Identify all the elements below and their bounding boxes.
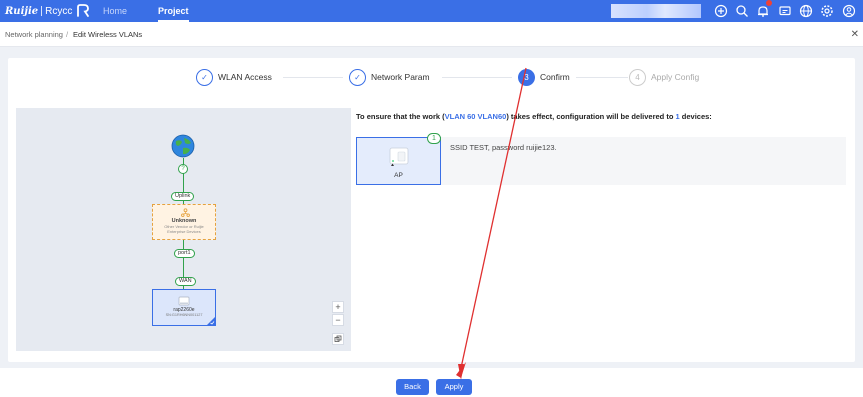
breadcrumb: Network planning / Edit Wireless VLANs ✕: [0, 22, 863, 47]
footer-bar: Back Apply: [0, 368, 863, 397]
nav-home[interactable]: Home: [103, 0, 127, 22]
description-prefix: To ensure that the work (: [356, 112, 445, 121]
step-confirm: 3 Confirm: [518, 68, 570, 86]
step-apply-config: 4 Apply Config: [629, 68, 699, 86]
port-label: port1: [174, 249, 195, 258]
add-circle-icon[interactable]: [714, 4, 728, 18]
logo-mark-icon: [77, 4, 90, 17]
unknown-subtitle-2: Enterprise Devices: [167, 229, 201, 234]
device-config-row: 1 AP SSID TEST, password ruijie123.: [356, 133, 846, 185]
settings-icon[interactable]: [820, 4, 834, 18]
message-icon[interactable]: [778, 4, 792, 18]
step-connector: [283, 77, 343, 78]
ap-card[interactable]: 1 AP: [356, 133, 441, 185]
step-label: WLAN Access: [218, 72, 272, 82]
logo-separator: [41, 6, 43, 16]
step-wlan-access: ✓ WLAN Access: [196, 68, 272, 86]
breadcrumb-separator: /: [66, 30, 69, 39]
notification-badge: [766, 0, 772, 6]
fit-view-icon: [334, 335, 342, 342]
access-point-icon: [389, 147, 409, 166]
delivery-description: To ensure that the work (VLAN 60 VLAN60)…: [356, 112, 712, 121]
back-button[interactable]: Back: [396, 379, 429, 395]
globe-icon[interactable]: [799, 4, 813, 18]
step-label: Confirm: [540, 72, 570, 82]
ap-label: AP: [394, 172, 403, 179]
user-icon[interactable]: [842, 4, 856, 18]
breadcrumb-network-planning[interactable]: Network planning: [5, 22, 63, 47]
fit-view-button[interactable]: [332, 333, 344, 345]
description-middle: ) takes effect, configuration will be de…: [506, 112, 676, 121]
step-connector: [442, 77, 512, 78]
uplink-label: Uplink: [171, 192, 195, 201]
ap-count-badge: 1: [427, 133, 441, 144]
vlan-list: VLAN 60 VLAN60: [444, 112, 507, 121]
zoom-in-button[interactable]: +: [332, 301, 344, 313]
description-suffix: devices:: [679, 112, 712, 121]
check-icon: ✓: [196, 68, 213, 86]
step-connector: [576, 77, 628, 78]
unknown-link-status: ?: [178, 164, 188, 174]
network-device-icon: [181, 208, 190, 217]
step-label: Network Param: [371, 72, 430, 82]
access-point-icon: [178, 296, 190, 306]
wan-label: WAN: [175, 277, 196, 286]
logo-product: Rcycc: [45, 5, 73, 17]
internet-globe-icon: [171, 134, 195, 158]
ssid-config-text: SSID TEST, password ruijie123.: [450, 143, 557, 152]
close-icon[interactable]: ✕: [851, 22, 859, 47]
top-bar: Ruijie Rcycc Home Project: [0, 0, 863, 22]
zoom-out-button[interactable]: −: [332, 314, 344, 326]
check-icon: ✓: [349, 68, 366, 86]
bell-icon[interactable]: [756, 4, 770, 18]
ap-device-node[interactable]: rap2260e SN:G1RH6NN001127: [152, 289, 216, 326]
search-icon[interactable]: [735, 4, 749, 18]
unknown-device-node[interactable]: Unknown Other Vendor or Ruijie Enterpris…: [152, 204, 216, 240]
step-network-param: ✓ Network Param: [349, 68, 430, 86]
device-sn: SN:G1RH6NN001127: [165, 313, 203, 317]
breadcrumb-current: Edit Wireless VLANs: [73, 30, 143, 39]
step-label: Apply Config: [651, 72, 700, 82]
topology-panel[interactable]: ? Uplink Unknown Other Vendor or Ruijie …: [16, 108, 351, 351]
selected-corner-icon: [207, 317, 215, 325]
nav-project[interactable]: Project: [158, 0, 189, 22]
apply-button[interactable]: Apply: [436, 379, 472, 395]
step-number: 3: [518, 68, 535, 86]
logo[interactable]: Ruijie Rcycc: [5, 3, 90, 19]
logo-brand: Ruijie: [5, 5, 39, 17]
user-info-blurred: [611, 4, 701, 18]
step-number: 4: [629, 68, 646, 86]
main-card: ✓ WLAN Access ✓ Network Param 3 Confirm …: [8, 58, 855, 362]
